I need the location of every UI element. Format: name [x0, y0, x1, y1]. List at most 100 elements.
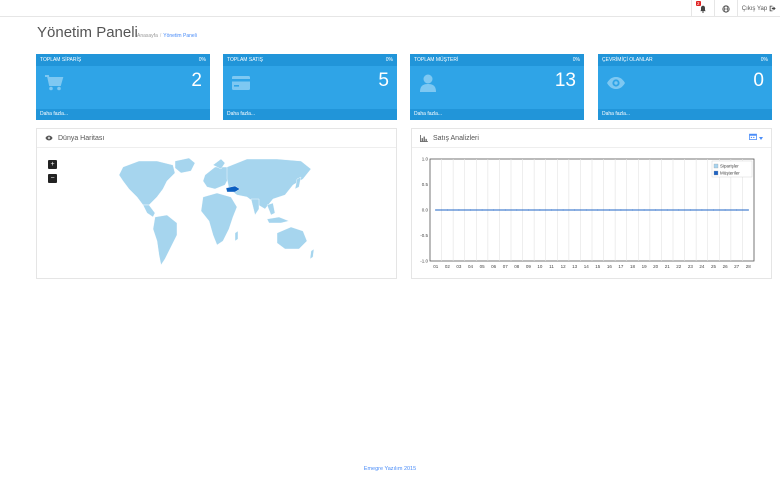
tile-more-link[interactable]: Daha fazla...: [223, 109, 397, 120]
legend-swatch: [713, 170, 719, 176]
x-tick-label: 23: [688, 264, 694, 269]
x-tick-label: 14: [584, 264, 590, 269]
x-tick-label: 26: [723, 264, 729, 269]
tile-header: TOPLAM SATIŞ 0%: [223, 54, 397, 66]
world-map[interactable]: [117, 155, 317, 275]
stat-tile-sales: TOPLAM SATIŞ 0% 5 Daha fazla...: [223, 54, 397, 120]
data-point: [620, 209, 622, 211]
tile-label: TOPLAM SATIŞ: [227, 57, 263, 63]
data-point: [469, 209, 472, 211]
x-tick-label: 10: [537, 264, 543, 269]
x-tick-label: 01: [433, 264, 439, 269]
x-tick-label: 04: [468, 264, 474, 269]
x-tick-label: 16: [607, 264, 613, 269]
panel-title: Dünya Haritası: [58, 134, 105, 142]
x-tick-label: 19: [642, 264, 648, 269]
tile-value: 5: [378, 70, 389, 91]
breadcrumb: Anasayfa / Yönetim Paneli: [137, 33, 197, 39]
tile-percent: 0%: [760, 57, 768, 63]
sales-analytics-panel: Satış Analizleri 1.0 0.5 0.0 -0.5 -1.0 01 02 03…: [411, 128, 772, 279]
world-map-panel: Dünya Haritası + −: [36, 128, 397, 279]
sign-out-icon: [769, 5, 776, 12]
x-tick-label: 12: [561, 264, 567, 269]
x-tick-label: 13: [572, 264, 578, 269]
top-navbar: 2 Çıkış Yap: [0, 0, 780, 17]
data-point: [736, 209, 738, 211]
date-range-dropdown[interactable]: [749, 133, 763, 142]
language-button[interactable]: [714, 0, 737, 17]
x-tick-label: 15: [595, 264, 601, 269]
x-tick-label: 05: [480, 264, 486, 269]
x-tick-label: 20: [653, 264, 659, 269]
data-point: [608, 209, 610, 211]
tile-value: 0: [753, 70, 764, 91]
x-tick-label: 24: [699, 264, 705, 269]
x-tick-label: 28: [746, 264, 752, 269]
data-point: [481, 209, 483, 211]
y-tick-label: -1.0: [420, 259, 428, 264]
panel-header: Satış Analizleri: [412, 129, 771, 148]
x-tick-label: 17: [618, 264, 624, 269]
data-point: [574, 209, 576, 211]
x-tick-label: 02: [445, 264, 451, 269]
data-point: [597, 209, 599, 211]
data-point: [516, 209, 518, 211]
x-tick-label: 06: [491, 264, 497, 269]
stat-tile-orders: TOPLAM SİPARİŞ 0% 2 Daha fazla...: [36, 54, 210, 120]
x-tick-label: 21: [665, 264, 671, 269]
logout-label: Çıkış Yap: [741, 5, 768, 12]
map-zoom-out-button[interactable]: −: [48, 174, 57, 183]
notification-badge: 2: [696, 1, 701, 6]
data-point: [724, 209, 726, 211]
y-tick-label: -0.5: [420, 233, 428, 238]
data-point: [504, 209, 506, 211]
y-tick-label: 1.0: [422, 157, 429, 162]
data-point: [655, 209, 657, 211]
cart-icon: [45, 75, 64, 91]
stat-tile-customers: TOPLAM MÜŞTERİ 0% 13 Daha fazla...: [410, 54, 584, 120]
data-point: [585, 209, 587, 211]
x-tick-label: 22: [676, 264, 682, 269]
data-point: [678, 209, 680, 211]
y-tick-label: 0.5: [422, 182, 429, 187]
data-point: [643, 209, 645, 211]
notifications-button[interactable]: 2: [691, 0, 714, 17]
x-tick-label: 27: [734, 264, 740, 269]
data-point: [712, 209, 715, 211]
y-tick-label: 0.0: [422, 208, 429, 213]
caret-down-icon: [759, 137, 763, 140]
breadcrumb-separator: /: [159, 33, 162, 39]
panel-title: Satış Analizleri: [433, 134, 479, 142]
footer-copyright: Emegre Yazılım 2015: [363, 466, 417, 472]
globe-icon: [722, 4, 730, 13]
data-point: [562, 209, 564, 211]
data-point: [747, 209, 749, 211]
tile-more-link[interactable]: Daha fazla...: [36, 109, 210, 120]
x-tick-label: 07: [503, 264, 509, 269]
data-point: [539, 209, 541, 211]
tile-label: TOPLAM MÜŞTERİ: [414, 57, 459, 63]
tile-value: 2: [191, 70, 202, 91]
x-tick-label: 25: [711, 264, 717, 269]
x-tick-label: 08: [514, 264, 520, 269]
logout-button[interactable]: Çıkış Yap: [737, 0, 780, 17]
legend-label: Siparişler: [720, 164, 739, 169]
data-point: [631, 209, 634, 211]
data-point: [689, 209, 691, 211]
tile-label: ÇEVRİMİÇİ OLANLAR: [602, 57, 653, 63]
data-point: [701, 209, 703, 211]
data-point: [527, 209, 529, 211]
user-icon: [420, 74, 436, 92]
map-zoom-in-button[interactable]: +: [48, 160, 57, 169]
breadcrumb-home[interactable]: Anasayfa: [137, 33, 158, 39]
tile-header: ÇEVRİMİÇİ OLANLAR 0%: [598, 54, 772, 66]
stat-tile-online: ÇEVRİMİÇİ OLANLAR 0% 0 Daha fazla...: [598, 54, 772, 120]
tile-more-link[interactable]: Daha fazla...: [410, 109, 584, 120]
data-point: [458, 209, 460, 211]
legend-label: Müşteriler: [720, 171, 740, 176]
x-tick-label: 11: [549, 264, 554, 269]
credit-card-icon: [232, 76, 250, 90]
legend-swatch: [713, 163, 719, 169]
breadcrumb-current[interactable]: Yönetim Paneli: [163, 33, 197, 39]
tile-more-link[interactable]: Daha fazla...: [598, 109, 772, 120]
